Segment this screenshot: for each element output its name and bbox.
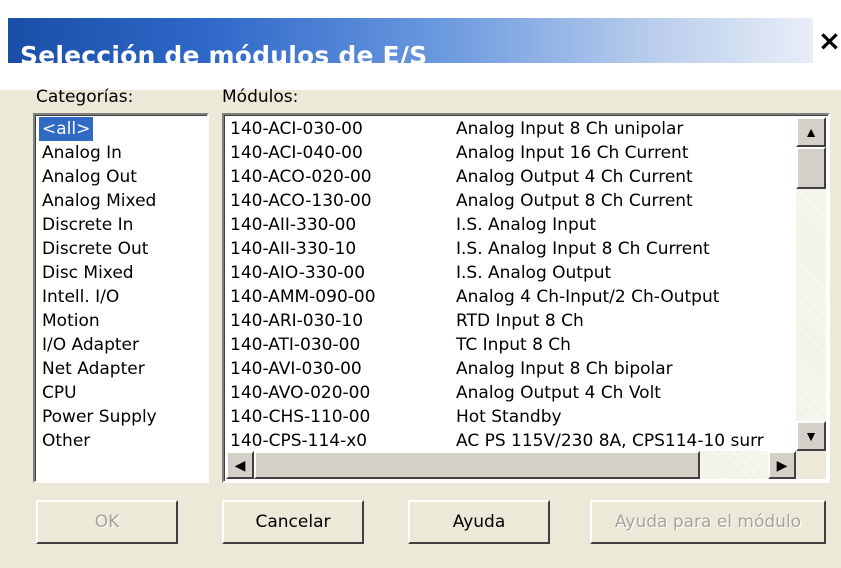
module-code: 140-ATI-030-00 <box>230 335 361 355</box>
module-code: 140-ACI-040-00 <box>230 143 363 163</box>
module-description: Analog Input 8 Ch bipolar <box>456 359 673 379</box>
category-item-net-adapter[interactable]: Net Adapter <box>39 357 148 381</box>
category-item-discrete-out[interactable]: Discrete Out <box>39 237 151 261</box>
category-item-motion[interactable]: Motion <box>39 309 103 333</box>
module-row[interactable]: 140-AVI-030-00 Analog Input 8 Ch bipolar <box>230 357 790 381</box>
help-button[interactable]: Ayuda <box>408 500 550 544</box>
module-row[interactable]: 140-CHS-110-00 Hot Standby <box>230 405 790 429</box>
module-row[interactable]: 140-AII-330-00 I.S. Analog Input <box>230 213 790 237</box>
category-item-analog-mixed[interactable]: Analog Mixed <box>39 189 159 213</box>
module-description: I.S. Analog Input 8 Ch Current <box>456 239 710 259</box>
module-description: AC PS 115V/230 8A, CPS114-10 surr <box>456 431 764 451</box>
module-row[interactable]: 140-AII-330-10 I.S. Analog Input 8 Ch Cu… <box>230 237 790 261</box>
module-description: RTD Input 8 Ch <box>456 311 584 331</box>
module-code: 140-AMM-090-00 <box>230 287 376 307</box>
module-code: 140-AII-330-10 <box>230 239 357 259</box>
category-item-analog-in[interactable]: Analog In <box>39 141 125 165</box>
module-description: Analog 4 Ch-Input/2 Ch-Output <box>456 287 720 307</box>
module-description: Hot Standby <box>456 407 562 427</box>
ok-button[interactable]: OK <box>36 500 178 544</box>
category-item-power-supply[interactable]: Power Supply <box>39 405 160 429</box>
module-code: 140-AIO-330-00 <box>230 263 366 283</box>
modules-listbox[interactable]: 140-ACI-030-00 Analog Input 8 Ch unipola… <box>222 113 830 483</box>
horizontal-scroll-thumb[interactable] <box>254 451 700 479</box>
window-title: Selección de módulos de E/S <box>20 41 428 70</box>
title-bar[interactable]: Selección de módulos de E/S <box>8 18 813 70</box>
category-item-all[interactable]: <all> <box>39 117 94 141</box>
category-item-cpu[interactable]: CPU <box>39 381 80 405</box>
module-description: Analog Output 8 Ch Current <box>456 191 693 211</box>
module-row[interactable]: 140-AIO-330-00 I.S. Analog Output <box>230 261 790 285</box>
arrow-up-icon: ▲ <box>804 124 818 140</box>
module-description: Analog Output 4 Ch Current <box>456 167 693 187</box>
module-help-button[interactable]: Ayuda para el módulo <box>590 500 826 544</box>
module-code: 140-ACI-030-00 <box>230 119 363 139</box>
close-button[interactable]: × <box>818 18 841 63</box>
module-row[interactable]: 140-AMM-090-00 Analog 4 Ch-Input/2 Ch-Ou… <box>230 285 790 309</box>
module-code: 140-CHS-110-00 <box>230 407 371 427</box>
cancel-button[interactable]: Cancelar <box>222 500 364 544</box>
module-row[interactable]: 140-ACO-020-00 Analog Output 4 Ch Curren… <box>230 165 790 189</box>
title-bar-area: Selección de módulos de E/S × <box>0 0 841 90</box>
module-row[interactable]: 140-ATI-030-00 TC Input 8 Ch <box>230 333 790 357</box>
module-description: TC Input 8 Ch <box>456 335 571 355</box>
module-description: Analog Output 4 Ch Volt <box>456 383 661 403</box>
module-row[interactable]: 140-AVO-020-00 Analog Output 4 Ch Volt <box>230 381 790 405</box>
module-code: 140-ARI-030-10 <box>230 311 364 331</box>
module-row[interactable]: 140-ACI-040-00 Analog Input 16 Ch Curren… <box>230 141 790 165</box>
category-item-io-adapter[interactable]: I/O Adapter <box>39 333 142 357</box>
categories-label: Categorías: <box>36 87 134 107</box>
module-row[interactable]: 140-CPS-114-x0 AC PS 115V/230 8A, CPS114… <box>230 429 790 453</box>
arrow-left-icon: ◀ <box>234 456 246 473</box>
module-description: Analog Input 8 Ch unipolar <box>456 119 684 139</box>
io-module-selection-dialog: Selección de módulos de E/S × Categorías… <box>0 0 841 568</box>
vertical-scrollbar[interactable]: ▲ ▼ <box>796 117 826 451</box>
scroll-down-button[interactable]: ▼ <box>796 421 826 451</box>
categories-listbox[interactable]: <all> Analog In Analog Out Analog Mixed … <box>33 113 209 483</box>
scroll-up-button[interactable]: ▲ <box>796 117 826 147</box>
scrollbar-corner <box>796 451 826 479</box>
module-code: 140-AVO-020-00 <box>230 383 371 403</box>
module-description: I.S. Analog Output <box>456 263 612 283</box>
scroll-right-button[interactable]: ▶ <box>768 451 796 479</box>
module-code: 140-ACO-130-00 <box>230 191 372 211</box>
module-code: 140-CPS-114-x0 <box>230 431 368 451</box>
module-row[interactable]: 140-ACO-130-00 Analog Output 8 Ch Curren… <box>230 189 790 213</box>
module-description: Analog Input 16 Ch Current <box>456 143 689 163</box>
arrow-down-icon: ▼ <box>804 428 818 444</box>
category-item-analog-out[interactable]: Analog Out <box>39 165 140 189</box>
category-item-disc-mixed[interactable]: Disc Mixed <box>39 261 137 285</box>
module-code: 140-ACO-020-00 <box>230 167 372 187</box>
module-code: 140-AVI-030-00 <box>230 359 362 379</box>
module-row[interactable]: 140-ACI-030-00 Analog Input 8 Ch unipola… <box>230 117 790 141</box>
module-row[interactable]: 140-ARI-030-10 RTD Input 8 Ch <box>230 309 790 333</box>
category-item-discrete-in[interactable]: Discrete In <box>39 213 136 237</box>
modules-label: Módulos: <box>222 87 299 107</box>
module-description: I.S. Analog Input <box>456 215 597 235</box>
horizontal-scrollbar[interactable]: ◀ ▶ <box>226 451 796 479</box>
category-item-other[interactable]: Other <box>39 429 93 453</box>
vertical-scroll-thumb[interactable] <box>796 147 826 189</box>
category-item-intell-io[interactable]: Intell. I/O <box>39 285 122 309</box>
scroll-left-button[interactable]: ◀ <box>226 451 254 479</box>
module-code: 140-AII-330-00 <box>230 215 357 235</box>
arrow-right-icon: ▶ <box>776 456 788 473</box>
